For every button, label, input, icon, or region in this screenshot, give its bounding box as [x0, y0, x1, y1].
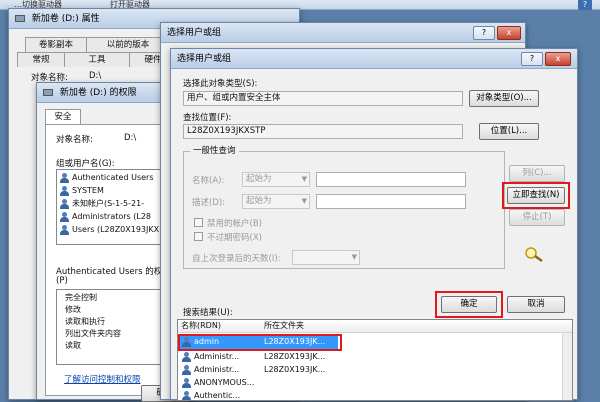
- select-users-advanced-dialog: 选择用户或组 ? x 选择此对象类型(S): 用户、组或内置安全主体 对象类型(…: [170, 48, 578, 401]
- chevron-down-icon: ▼: [301, 175, 307, 183]
- description-mode-select[interactable]: 起始为 ▼: [242, 194, 310, 209]
- scrollbar[interactable]: [562, 333, 572, 400]
- result-folder: L28Z0X193JK...: [264, 365, 326, 374]
- list-item[interactable]: 未知帐户(S-1-5-21-: [59, 198, 144, 210]
- object-type-label: 选择此对象类型(S):: [183, 79, 258, 89]
- chevron-down-icon: ▼: [351, 253, 357, 261]
- user-icon: [181, 377, 192, 388]
- users-icon: [59, 185, 70, 196]
- non-expiring-password-label: 不过期密码(X): [207, 233, 262, 243]
- advanced-titlebar: 选择用户或组 ? x: [171, 49, 577, 69]
- list-item: 列出文件夹内容: [65, 329, 121, 338]
- cancel-button[interactable]: 取消: [507, 296, 565, 313]
- tab-previous-versions[interactable]: 以前的版本: [86, 37, 170, 52]
- location-field: L28Z0X193JKXSTP: [183, 124, 463, 139]
- close-button[interactable]: x: [545, 52, 571, 66]
- chevron-down-icon: ▼: [301, 197, 307, 205]
- table-row[interactable]: Administr...: [181, 364, 239, 376]
- days-since-login-select[interactable]: ▼: [292, 250, 360, 265]
- tab-security[interactable]: 安全: [45, 109, 81, 124]
- users-icon: [59, 211, 70, 222]
- group-label: 组或用户名(G):: [56, 159, 115, 169]
- object-types-button[interactable]: 对象类型(O)...: [469, 90, 539, 107]
- columns-button[interactable]: 列(C)...: [509, 165, 565, 182]
- list-item: 完全控制: [65, 293, 97, 302]
- users-icon: [59, 198, 70, 209]
- highlight-find-now: [502, 182, 570, 209]
- highlight-ok: [435, 291, 503, 318]
- non-expiring-password-checkbox[interactable]: [194, 232, 203, 241]
- drive-icon: [15, 15, 25, 22]
- table-row[interactable]: ANONYMOUS...: [181, 377, 254, 389]
- help-button[interactable]: ?: [521, 52, 543, 66]
- table-row[interactable]: Authentic...: [181, 390, 240, 400]
- tabs-row: 安全: [45, 109, 81, 124]
- help-button[interactable]: ?: [473, 26, 495, 40]
- user-icon: [181, 364, 192, 375]
- window-title: 新加卷 (D:) 的权限: [59, 88, 137, 98]
- access-control-link[interactable]: 了解访问控制和权限: [64, 373, 141, 385]
- description-label: 描述(D):: [192, 198, 226, 208]
- description-input[interactable]: [316, 194, 466, 209]
- user-icon: [181, 390, 192, 400]
- object-name-label: 对象名称:: [56, 135, 93, 145]
- list-item[interactable]: SYSTEM: [59, 185, 104, 197]
- dialog-title: 选择用户或组: [167, 28, 222, 38]
- user-icon: [181, 351, 192, 362]
- dialog-title: 选择用户或组: [177, 54, 232, 64]
- search-results-label: 搜索结果(U):: [183, 308, 233, 318]
- column-header-name[interactable]: 名称(RDN): [181, 320, 221, 332]
- outer-titlebar: 选择用户或组 ? x: [161, 23, 525, 43]
- object-name-value: D:\: [89, 71, 102, 81]
- location-label: 查找位置(F):: [183, 113, 232, 123]
- disabled-accounts-checkbox[interactable]: [194, 218, 203, 227]
- list-item[interactable]: Administrators (L28: [59, 211, 151, 223]
- days-since-login-label: 自上次登录后的天数(I):: [192, 254, 281, 264]
- permission-label: Authenticated Users 的权: [56, 267, 163, 277]
- tabs-row-2: 常规 工具 硬件: [17, 52, 177, 67]
- users-icon: [59, 224, 70, 235]
- close-button[interactable]: x: [497, 26, 521, 40]
- permission-label-suffix: (P): [56, 276, 68, 286]
- search-icon: [523, 245, 545, 263]
- common-queries-group: 一般性查询 名称(A): 起始为 ▼ 描述(D): 起始为 ▼ 禁用的帐户(B) 不…: [183, 144, 505, 269]
- result-folder: L28Z0X193JK...: [264, 352, 326, 361]
- search-results-table[interactable]: 名称(RDN) 所在文件夹 admin L28Z0X193JK... Admin…: [177, 319, 573, 401]
- location-button[interactable]: 位置(L)...: [479, 123, 539, 140]
- disabled-accounts-label: 禁用的帐户(B): [207, 219, 262, 229]
- drive-icon: [43, 89, 53, 96]
- group-title: 一般性查询: [190, 144, 239, 156]
- name-input[interactable]: [316, 172, 466, 187]
- table-row[interactable]: Administr...: [181, 351, 239, 363]
- tab-general[interactable]: 常规: [17, 52, 65, 67]
- name-label: 名称(A):: [192, 176, 225, 186]
- column-header-folder[interactable]: 所在文件夹: [264, 320, 304, 332]
- users-icon: [59, 172, 70, 183]
- tab-tools[interactable]: 工具: [64, 52, 130, 67]
- highlight-admin: [178, 334, 342, 351]
- object-type-field: 用户、组或内置安全主体: [183, 91, 463, 106]
- window-title: 新加卷 (D:) 属性: [31, 14, 100, 24]
- list-item[interactable]: Users (L28Z0X193JKX: [59, 224, 159, 236]
- list-item: 读取和执行: [65, 317, 105, 326]
- table-header: 名称(RDN) 所在文件夹: [178, 320, 572, 333]
- list-item: 修改: [65, 305, 81, 314]
- list-item[interactable]: Authenticated Users: [59, 172, 153, 184]
- object-name-value: D:\: [124, 133, 137, 143]
- help-icon[interactable]: ?: [578, 0, 592, 10]
- name-mode-select[interactable]: 起始为 ▼: [242, 172, 310, 187]
- tab-shadow-copies[interactable]: 卷影副本: [25, 37, 87, 52]
- list-item: 读取: [65, 341, 81, 350]
- stop-button[interactable]: 停止(T): [509, 209, 565, 226]
